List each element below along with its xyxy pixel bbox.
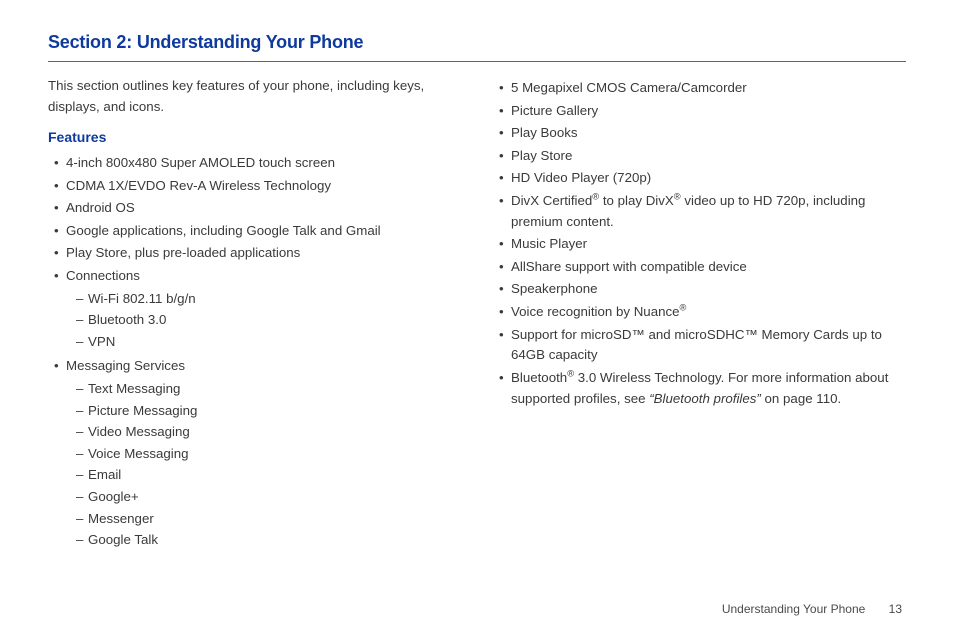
sub-list-item: Google+ (76, 487, 461, 508)
list-item: DivX Certified® to play DivX® video up t… (499, 191, 906, 232)
sub-list-item: Voice Messaging (76, 444, 461, 465)
sub-list-item: Bluetooth 3.0 (76, 310, 461, 331)
list-item: HD Video Player (720p) (499, 168, 906, 189)
list-item: Picture Gallery (499, 101, 906, 122)
intro-text: This section outlines key features of yo… (48, 76, 461, 117)
sub-list-item: Email (76, 465, 461, 486)
list-item: Support for microSD™ and microSDHC™ Memo… (499, 325, 906, 366)
list-item: ConnectionsWi-Fi 802.11 b/g/nBluetooth 3… (54, 266, 461, 352)
sub-list: Text MessagingPicture MessagingVideo Mes… (76, 379, 461, 551)
list-item: Play Store, plus pre-loaded applications (54, 243, 461, 264)
list-item: 5 Megapixel CMOS Camera/Camcorder (499, 78, 906, 99)
sub-list-item: Video Messaging (76, 422, 461, 443)
footer-label: Understanding Your Phone (722, 602, 865, 616)
document-page: Section 2: Understanding Your Phone This… (0, 0, 954, 555)
features-list-right: 5 Megapixel CMOS Camera/CamcorderPicture… (493, 78, 906, 409)
list-item: 4-inch 800x480 Super AMOLED touch screen (54, 153, 461, 174)
content-columns: This section outlines key features of yo… (48, 76, 906, 555)
list-item: Speakerphone (499, 279, 906, 300)
sub-list-item: Wi-Fi 802.11 b/g/n (76, 289, 461, 310)
list-item: CDMA 1X/EVDO Rev-A Wireless Technology (54, 176, 461, 197)
page-number: 13 (889, 602, 902, 616)
list-item: Bluetooth® 3.0 Wireless Technology. For … (499, 368, 906, 409)
right-column: 5 Megapixel CMOS Camera/CamcorderPicture… (493, 76, 906, 555)
list-item: Play Store (499, 146, 906, 167)
list-item: Android OS (54, 198, 461, 219)
list-item: Messaging ServicesText MessagingPicture … (54, 356, 461, 550)
section-title: Section 2: Understanding Your Phone (48, 32, 906, 53)
list-item: Play Books (499, 123, 906, 144)
sub-list-item: Picture Messaging (76, 401, 461, 422)
features-heading: Features (48, 127, 461, 149)
list-item: Music Player (499, 234, 906, 255)
sub-list-item: Messenger (76, 509, 461, 530)
list-item: Google applications, including Google Ta… (54, 221, 461, 242)
features-list-left: 4-inch 800x480 Super AMOLED touch screen… (48, 153, 461, 551)
list-item: Voice recognition by Nuance® (499, 302, 906, 323)
sub-list-item: VPN (76, 332, 461, 353)
left-column: This section outlines key features of yo… (48, 76, 461, 555)
sub-list-item: Google Talk (76, 530, 461, 551)
page-footer: Understanding Your Phone 13 (722, 602, 902, 616)
sub-list-item: Text Messaging (76, 379, 461, 400)
horizontal-rule (48, 61, 906, 62)
list-item: AllShare support with compatible device (499, 257, 906, 278)
sub-list: Wi-Fi 802.11 b/g/nBluetooth 3.0VPN (76, 289, 461, 353)
